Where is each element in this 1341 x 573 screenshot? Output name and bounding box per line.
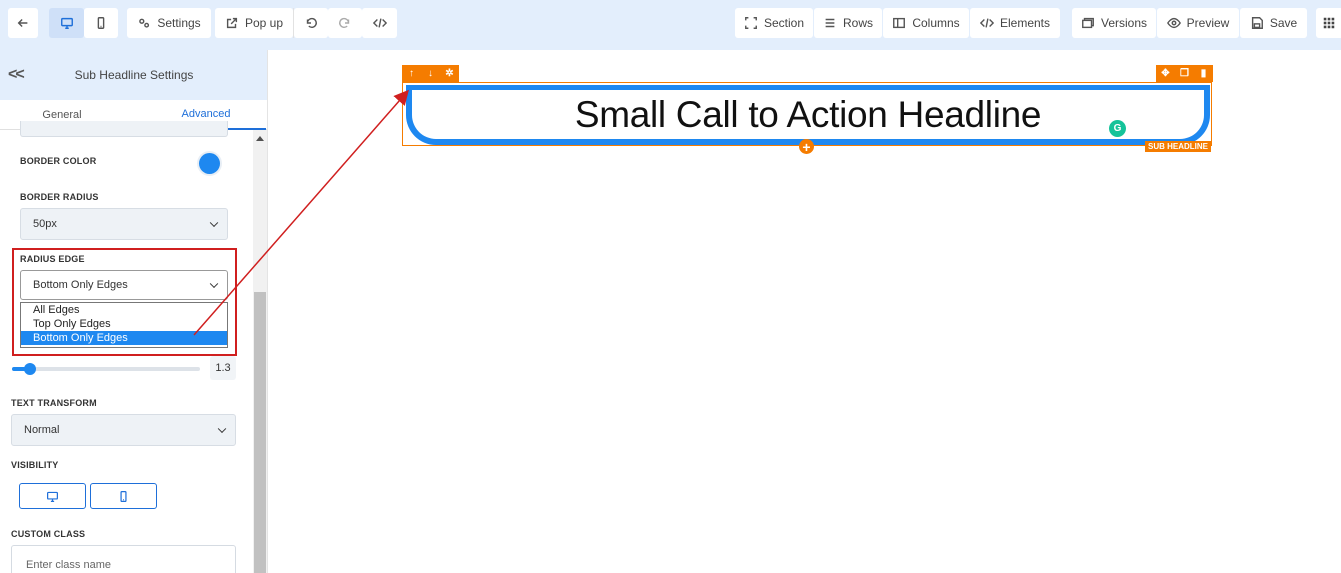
sub-headline-element[interactable]: Small Call to Action Headline xyxy=(406,85,1210,145)
save-label: Save xyxy=(1269,16,1298,30)
element-settings-icon[interactable]: ✲ xyxy=(440,65,459,82)
back-button[interactable] xyxy=(8,8,38,38)
rows-icon xyxy=(825,18,835,28)
eye-icon xyxy=(1166,17,1181,29)
gears-icon xyxy=(139,18,150,28)
move-up-icon[interactable]: ↑ xyxy=(402,65,421,82)
section-label: Section xyxy=(763,16,805,30)
custom-class-label: CUSTOM CLASS xyxy=(11,529,86,539)
dropdown-option-all-edges[interactable]: All Edges xyxy=(21,303,227,317)
settings-sidebar: << Sub Headline Settings General Advance… xyxy=(0,50,268,573)
code-button[interactable] xyxy=(362,8,397,38)
delete-icon[interactable]: ▮ xyxy=(1194,65,1213,82)
previous-field-partial[interactable] xyxy=(20,121,228,137)
save-button[interactable]: Save xyxy=(1240,8,1307,38)
grammarly-icon[interactable]: G xyxy=(1109,120,1126,137)
border-color-label: BORDER COLOR xyxy=(20,156,97,166)
mobile-icon xyxy=(97,17,105,29)
settings-label: Settings xyxy=(157,16,201,30)
chevron-down-icon xyxy=(209,218,219,228)
text-transform-label: TEXT TRANSFORM xyxy=(11,398,97,408)
mobile-icon xyxy=(120,490,127,502)
redo-button[interactable] xyxy=(328,8,362,38)
add-element-plus-icon[interactable]: + xyxy=(799,139,814,154)
chevron-down-icon xyxy=(217,424,227,434)
undo-icon xyxy=(306,17,317,29)
grid-icon xyxy=(1323,17,1334,29)
text-transform-value: Normal xyxy=(24,424,60,436)
custom-class-placeholder: Enter class name xyxy=(26,559,111,571)
popup-label: Pop up xyxy=(244,16,284,30)
scroll-up-arrow-icon[interactable] xyxy=(256,136,264,141)
text-transform-select[interactable]: Normal xyxy=(11,414,236,446)
expand-icon xyxy=(745,17,757,29)
sidebar-header: << Sub Headline Settings xyxy=(0,50,267,100)
border-radius-label: BORDER RADIUS xyxy=(20,192,99,202)
sidebar-title: Sub Headline Settings xyxy=(74,68,194,82)
arrow-left-icon xyxy=(17,19,28,27)
desktop-icon xyxy=(47,491,58,502)
duplicate-icon[interactable]: ❐ xyxy=(1175,65,1194,82)
slider-thumb[interactable] xyxy=(24,363,36,375)
visibility-desktop-toggle[interactable] xyxy=(19,483,86,509)
undo-button[interactable] xyxy=(294,8,328,38)
editor-canvas: ↑ ↓ ✲ ✥ ❐ ▮ Small Call to Action Headlin… xyxy=(269,50,1341,573)
collapse-sidebar-icon[interactable]: << xyxy=(8,66,25,84)
preview-button[interactable]: Preview xyxy=(1157,8,1239,38)
line-height-slider[interactable] xyxy=(12,363,200,375)
columns-icon xyxy=(893,17,906,29)
code-icon xyxy=(372,18,387,28)
versions-label: Versions xyxy=(1100,16,1148,30)
rows-label: Rows xyxy=(842,16,873,30)
desktop-view-button[interactable] xyxy=(49,8,84,38)
external-link-icon xyxy=(226,17,238,29)
versions-icon xyxy=(1082,17,1094,29)
columns-label: Columns xyxy=(912,16,960,30)
mobile-view-button[interactable] xyxy=(84,8,118,38)
headline-text[interactable]: Small Call to Action Headline xyxy=(575,94,1042,136)
settings-button[interactable]: Settings xyxy=(127,8,211,38)
border-radius-select[interactable]: 50px xyxy=(20,208,228,240)
element-move-toolbar: ↑ ↓ ✲ xyxy=(402,65,459,82)
elements-label: Elements xyxy=(999,16,1051,30)
apps-menu-button[interactable] xyxy=(1316,8,1341,38)
scrollbar-thumb[interactable] xyxy=(254,292,266,573)
visibility-mobile-toggle[interactable] xyxy=(90,483,157,509)
radius-edge-dropdown: All Edges Top Only Edges Bottom Only Edg… xyxy=(20,302,228,348)
radius-edge-select[interactable]: Bottom Only Edges xyxy=(20,270,228,300)
move-down-icon[interactable]: ↓ xyxy=(421,65,440,82)
code-icon xyxy=(979,18,994,28)
versions-button[interactable]: Versions xyxy=(1072,8,1156,38)
dropdown-option-top-only-edges[interactable]: Top Only Edges xyxy=(21,317,227,331)
redo-icon xyxy=(339,17,350,29)
element-actions-toolbar: ✥ ❐ ▮ xyxy=(1156,65,1213,82)
line-height-value[interactable]: 1.3 xyxy=(210,356,236,380)
desktop-icon xyxy=(60,17,73,29)
save-icon xyxy=(1251,17,1263,29)
drag-handle-icon[interactable]: ✥ xyxy=(1156,65,1175,82)
custom-class-input[interactable]: Enter class name xyxy=(11,545,236,573)
element-type-tag: SUB HEADLINE xyxy=(1145,141,1212,152)
rows-button[interactable]: Rows xyxy=(814,8,882,38)
columns-button[interactable]: Columns xyxy=(883,8,969,38)
elements-button[interactable]: Elements xyxy=(970,8,1060,38)
preview-label: Preview xyxy=(1186,16,1230,30)
visibility-label: VISIBILITY xyxy=(11,460,59,470)
chevron-down-icon xyxy=(209,279,219,289)
border-radius-value: 50px xyxy=(33,218,57,230)
sidebar-scrollbar[interactable] xyxy=(253,130,267,573)
radius-edge-label: RADIUS EDGE xyxy=(20,254,85,264)
section-button[interactable]: Section xyxy=(735,8,813,38)
border-color-swatch[interactable] xyxy=(199,153,220,174)
radius-edge-value: Bottom Only Edges xyxy=(33,279,128,291)
dropdown-option-bottom-only-edges[interactable]: Bottom Only Edges xyxy=(21,331,227,345)
top-toolbar: Settings Pop up Section Rows Columns Ele… xyxy=(0,0,1341,50)
popup-button[interactable]: Pop up xyxy=(215,8,293,38)
